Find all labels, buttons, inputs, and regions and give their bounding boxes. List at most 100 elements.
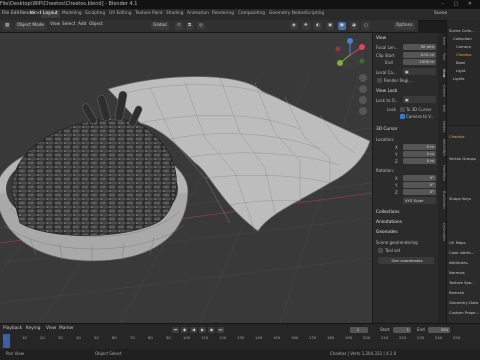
timeline[interactable]: Playback Keying View Marker ⏮ ◆ ◀ ▶ ◆ ⏭ … — [0, 323, 480, 350]
prop-section[interactable]: Texture Spa... — [449, 280, 475, 285]
prop-section[interactable]: Geometry Data — [449, 300, 478, 305]
jump-start-icon[interactable]: ⏮ — [172, 327, 179, 333]
tab-shading[interactable]: Shading — [164, 10, 185, 18]
sidebar-tab-hardops[interactable]: HardOps — [438, 165, 446, 181]
tab-modeling[interactable]: Modeling — [60, 10, 84, 18]
geonodes-header[interactable]: Geonodes — [376, 230, 398, 235]
menu-view[interactable]: View — [50, 22, 60, 27]
menu-object[interactable]: Object — [89, 22, 103, 27]
tab-texture-paint[interactable]: Texture Paint — [133, 10, 165, 18]
tab-uv-editing[interactable]: UV Editing — [107, 10, 133, 18]
tab-geometry-nodes[interactable]: Geometry Nodes — [267, 10, 307, 18]
menu-add[interactable]: Add — [78, 22, 86, 27]
sidebar-tab-nodes[interactable]: Nodes — [438, 121, 446, 132]
play-reverse-icon[interactable]: ◀ — [190, 327, 197, 333]
clip-start-field[interactable]: 0.01 m — [403, 52, 436, 58]
camera-to-view-checkbox[interactable] — [400, 114, 405, 119]
sidebar-tab-machin3[interactable]: MACHIN3 — [438, 139, 446, 156]
window-controls[interactable]: – ▢ ✕ — [441, 1, 476, 7]
collections-header[interactable]: Collections — [376, 210, 400, 215]
gen-coordinates-button[interactable]: Gen coordinates — [378, 257, 434, 264]
overlay-icon[interactable]: ◐ — [314, 22, 322, 30]
cursor-rx-field[interactable]: 0° — [403, 175, 436, 181]
outliner-row[interactable]: Collection — [453, 36, 472, 41]
xray-icon[interactable]: ▣ — [326, 22, 335, 30]
current-frame-field[interactable]: 1 — [350, 327, 368, 333]
scene-selector[interactable]: Scene — [434, 11, 447, 16]
outliner-row[interactable]: Light — [456, 68, 465, 73]
sidebar-tab-view[interactable]: View — [438, 69, 446, 78]
object-name[interactable]: Cheetos — [449, 134, 465, 139]
gizmo-icon[interactable]: ✥ — [302, 22, 310, 30]
menu-edit[interactable]: Edit — [11, 11, 19, 16]
outliner-row[interactable]: Scene Colle... — [449, 28, 475, 33]
timeline-marker-menu[interactable]: Marker — [59, 326, 74, 331]
menu-select[interactable]: Select — [62, 22, 75, 27]
sidebar-tab-tool[interactable]: Tool — [438, 53, 446, 60]
sidebar-tab-boxcutter[interactable]: BoxCutter — [438, 191, 446, 209]
cursor-x-field[interactable]: 0 m — [403, 144, 436, 150]
visibility-icon[interactable]: ◉ — [290, 22, 298, 30]
focal-length-field[interactable]: 50 mm — [403, 44, 436, 50]
tab-scripting[interactable]: Scripting — [303, 10, 326, 18]
outliner-row[interactable]: Bowl — [456, 60, 465, 65]
prop-section[interactable]: Vertex Groups — [449, 156, 476, 161]
cursor-y-field[interactable]: 0 m — [403, 151, 436, 157]
outliner-row[interactable]: Lights — [453, 76, 464, 81]
shading-material-icon[interactable]: ◕ — [350, 22, 358, 30]
timeline-view-menu[interactable]: View — [46, 326, 56, 331]
lock-to-cursor-checkbox[interactable] — [400, 107, 405, 112]
options-button[interactable]: Options — [394, 22, 415, 30]
shading-solid-icon[interactable]: ● — [338, 22, 346, 30]
prop-section[interactable]: Color Attrib... — [449, 250, 474, 255]
jump-end-icon[interactable]: ⏭ — [217, 327, 224, 333]
view-lock-header[interactable]: View Lock — [376, 89, 397, 94]
shading-rendered-icon[interactable]: ○ — [362, 22, 370, 30]
editor-type-button[interactable]: ▦ — [3, 22, 12, 30]
next-key-icon[interactable]: ◆ — [208, 327, 215, 333]
tab-sculpting[interactable]: Sculpting — [83, 10, 107, 18]
frame-end-field[interactable]: 250 — [428, 327, 450, 333]
sidebar-tab-item[interactable]: Item — [438, 37, 446, 45]
proportional-icon[interactable]: ◎ — [197, 22, 205, 30]
timeline-playback-menu[interactable]: Playback — [3, 326, 22, 331]
sidebar-tab-edit[interactable]: Edit — [438, 105, 446, 112]
tab-animation[interactable]: Animation — [185, 10, 211, 18]
prop-section[interactable]: Shape Keys — [449, 196, 471, 201]
play-icon[interactable]: ▶ — [199, 327, 206, 333]
orientation-selector[interactable]: Global — [151, 22, 169, 30]
snap-icon[interactable]: ⧉ — [186, 22, 194, 30]
prop-section[interactable]: Custom Prope... — [449, 310, 479, 315]
cursor-section-header[interactable]: 3D Cursor — [376, 127, 398, 132]
prop-section[interactable]: Normals — [449, 270, 465, 275]
pivot-icon[interactable]: ⊙ — [175, 22, 183, 30]
prop-section[interactable]: Attributes — [449, 260, 468, 265]
frame-start-field[interactable]: 1 — [393, 327, 411, 333]
render-region-checkbox[interactable] — [377, 78, 382, 83]
sidebar-tab-create[interactable]: Create — [438, 85, 446, 97]
tab-rendering[interactable]: Rendering — [210, 10, 236, 18]
view-section-header[interactable]: View — [376, 36, 386, 41]
timeline-keying-menu[interactable]: Keying — [26, 326, 40, 331]
outliner-row[interactable]: Cheetos — [456, 52, 472, 57]
cursor-ry-field[interactable]: 0° — [403, 182, 436, 188]
cursor-z-field[interactable]: 0 m — [403, 158, 436, 164]
cursor-rz-field[interactable]: 0° — [403, 189, 436, 195]
tool-set-checkbox[interactable] — [378, 248, 383, 253]
prev-key-icon[interactable]: ◆ — [181, 327, 188, 333]
clip-end-field[interactable]: 1000 m — [403, 59, 436, 65]
menu-file[interactable]: File — [2, 11, 9, 16]
playhead[interactable] — [3, 334, 10, 348]
prop-section[interactable]: UV Maps — [449, 240, 466, 245]
outliner-row[interactable]: Camera — [456, 44, 471, 49]
tab-compositing[interactable]: Compositing — [236, 10, 267, 18]
3d-viewport[interactable] — [0, 33, 372, 323]
annotations-header[interactable]: Annotations — [376, 220, 402, 225]
local-camera-selector[interactable]: ▣ — [403, 68, 436, 75]
mode-selector[interactable]: Object Mode — [15, 22, 47, 30]
rotation-mode-selector[interactable]: XYZ Euler — [403, 197, 436, 204]
sidebar-tab-geonodes[interactable]: Geonodes — [438, 223, 446, 241]
prop-section[interactable]: Remesh — [449, 290, 464, 295]
lock-to-object-selector[interactable]: ▣ — [403, 96, 436, 103]
tab-layout[interactable]: Layout — [41, 10, 60, 18]
